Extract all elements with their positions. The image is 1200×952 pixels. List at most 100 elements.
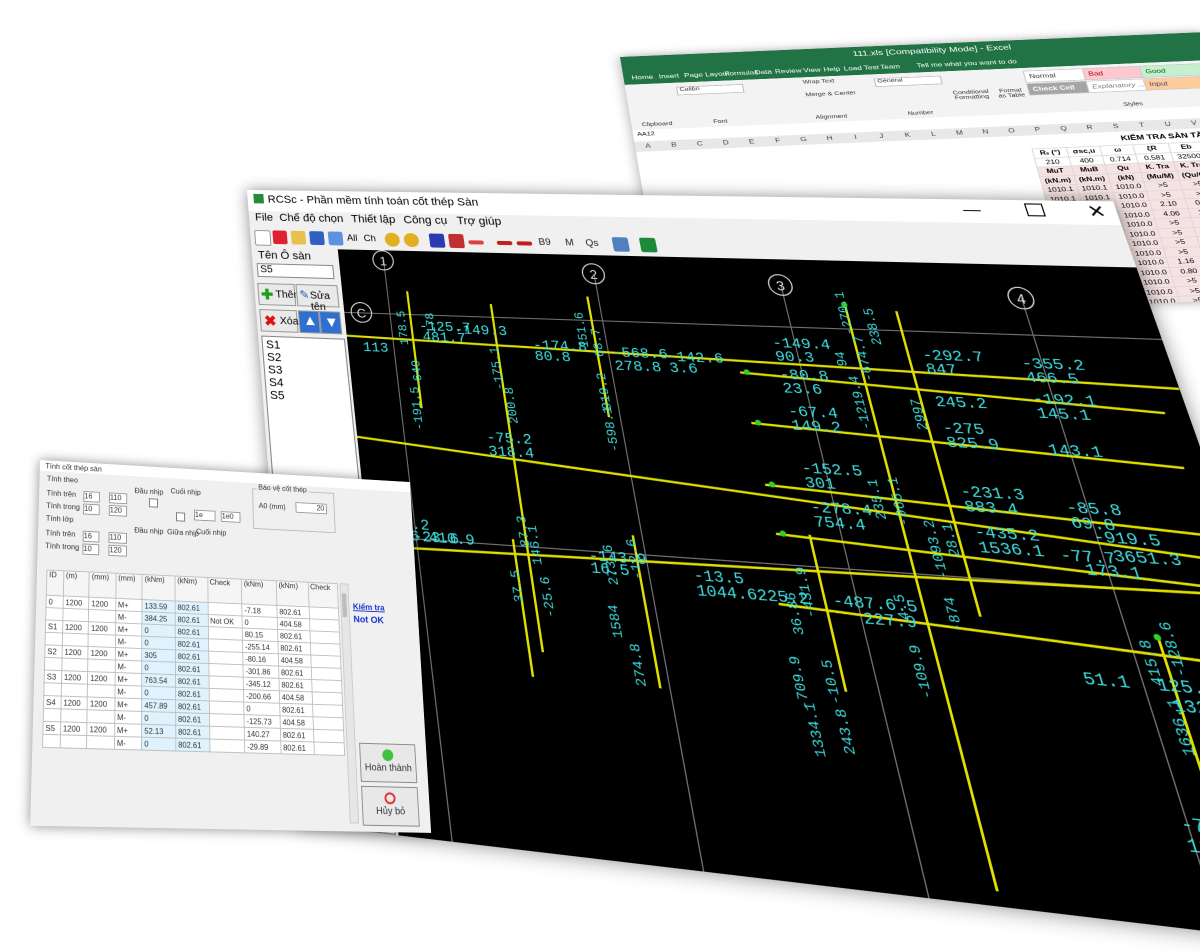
start-span-checkbox[interactable] (149, 498, 158, 507)
column-header[interactable]: B (660, 141, 687, 149)
move-up-button[interactable]: ▲ (298, 310, 321, 333)
grid-cell[interactable]: M- (115, 711, 142, 725)
a0-input[interactable]: 20 (295, 502, 327, 514)
tell-me-box[interactable]: Tell me what you want to do (916, 58, 1018, 69)
maximize-icon[interactable] (1024, 203, 1046, 216)
grid-cell[interactable] (60, 735, 87, 749)
grid-cell[interactable] (88, 634, 115, 647)
grid-cell[interactable]: 802.61 (281, 741, 314, 755)
column-header[interactable]: D (712, 139, 739, 147)
grid-cell[interactable]: 0 (142, 686, 176, 700)
excel-cell[interactable]: >5 (1178, 295, 1200, 306)
grid-cell[interactable]: 404.58 (280, 716, 313, 730)
grid-cell[interactable]: 1200 (89, 597, 116, 610)
conditional-formatting-button[interactable]: Conditional Formatting (952, 89, 991, 100)
tab-data[interactable]: Data (754, 69, 772, 76)
grid-cell[interactable]: 1200 (60, 722, 87, 736)
grid-cell[interactable] (87, 736, 115, 750)
grid-cell[interactable]: 1200 (61, 696, 88, 710)
grid-cell[interactable]: M+ (115, 723, 142, 737)
grid-cell[interactable] (313, 717, 344, 730)
style-check-cell[interactable]: Check Cell (1026, 81, 1093, 96)
rename-slab-button[interactable]: ✎ Sửa tên (295, 284, 339, 308)
column-header[interactable]: R (1076, 124, 1104, 132)
grid-cell[interactable]: 1200 (62, 621, 88, 634)
grid-cell[interactable]: 802.61 (279, 666, 312, 679)
grid-cell[interactable] (61, 709, 88, 723)
grid-cell[interactable] (209, 701, 244, 715)
grid-cell[interactable]: -200.66 (244, 690, 280, 704)
grid-cell[interactable]: 802.61 (176, 700, 209, 714)
tab-home[interactable]: Home (631, 74, 654, 81)
table-icon[interactable] (611, 237, 630, 252)
grid-cell[interactable]: S2 (45, 645, 62, 658)
move-icon[interactable] (448, 234, 465, 248)
select-ch-button[interactable]: Ch (363, 233, 376, 243)
grid-cell[interactable]: 802.61 (280, 703, 313, 717)
format-as-table-button[interactable]: Format as Table (995, 88, 1028, 99)
grid-cell[interactable] (46, 608, 63, 621)
grid-cell[interactable]: 802.61 (176, 725, 210, 739)
grid-cell[interactable]: S3 (44, 670, 61, 683)
grid-cell[interactable] (44, 657, 61, 670)
number-format-box[interactable]: General (874, 76, 943, 87)
grid-cell[interactable] (310, 643, 340, 656)
column-header[interactable]: S (1102, 123, 1130, 131)
excel-cell[interactable]: >5 (1182, 188, 1200, 199)
moment-button[interactable]: M (564, 237, 574, 247)
grid-cell[interactable] (61, 683, 88, 697)
grid-cell[interactable] (45, 632, 62, 645)
name-box[interactable]: AA12 (637, 131, 655, 137)
open-folder-icon[interactable] (291, 231, 307, 245)
zoom-out-icon[interactable] (403, 233, 420, 247)
grid-cell[interactable]: S4 (44, 696, 62, 709)
grid-cell[interactable]: M+ (115, 673, 142, 687)
pdf-icon[interactable] (272, 230, 287, 244)
grid-cell[interactable] (88, 684, 115, 698)
diameter-input-4[interactable]: 10 (82, 544, 99, 556)
column-header[interactable]: G (790, 136, 817, 144)
tab-help[interactable]: Help (823, 66, 841, 73)
save-icon[interactable] (309, 231, 325, 245)
color-icon[interactable] (429, 233, 446, 247)
grid-cell[interactable]: 52.13 (142, 724, 176, 738)
grid-cell[interactable]: 802.61 (175, 675, 208, 689)
column-header[interactable]: L (920, 130, 948, 138)
dimension-icon[interactable] (468, 240, 484, 244)
grid-cell[interactable] (43, 734, 61, 748)
grid-cell[interactable]: 0 (46, 595, 63, 608)
new-file-icon[interactable] (254, 230, 271, 246)
scrollbar-thumb[interactable] (342, 593, 347, 617)
grid-cell[interactable]: M+ (116, 598, 143, 611)
grid-cell[interactable]: S1 (45, 620, 62, 633)
grid-cell[interactable]: 802.61 (176, 712, 210, 726)
column-header[interactable]: U (1154, 120, 1182, 128)
add-slab-button[interactable]: ✚ Thêm (257, 283, 296, 306)
rebar-line-icon[interactable] (497, 241, 513, 245)
grid-cell[interactable]: 763.54 (142, 673, 175, 687)
grid-cell[interactable]: 0 (142, 711, 176, 725)
grid-cell[interactable]: 802.61 (176, 738, 210, 752)
column-header[interactable]: O (998, 127, 1026, 135)
diameter-input-3[interactable]: 16 (83, 531, 100, 543)
diameter-input-2[interactable]: 10 (83, 504, 100, 516)
rebar-extend-icon[interactable] (516, 241, 532, 245)
mid-span-checkbox[interactable] (176, 512, 185, 521)
grid-cell[interactable]: 1200 (62, 645, 88, 659)
select-all-button[interactable]: All (346, 233, 358, 243)
column-header[interactable]: C (686, 140, 713, 148)
spacing-input-3[interactable]: 110 (109, 532, 127, 544)
tab-load-test[interactable]: Load Test (843, 64, 879, 72)
grid-cell[interactable]: M+ (115, 648, 142, 661)
grid-cell[interactable] (88, 659, 115, 673)
grid-cell[interactable]: 1200 (87, 697, 114, 711)
diameter-input-1[interactable]: 16 (83, 491, 100, 503)
column-header[interactable]: I (842, 133, 869, 141)
column-header[interactable]: T (1128, 121, 1156, 129)
column-header[interactable]: P (1024, 126, 1052, 134)
tab-review[interactable]: Review (774, 68, 802, 75)
grid-cell[interactable]: 1200 (61, 671, 88, 685)
menu-help[interactable]: Trợ giúp (456, 215, 502, 228)
grid-cell[interactable]: 1200 (63, 596, 89, 609)
grid-cell[interactable] (313, 742, 344, 756)
